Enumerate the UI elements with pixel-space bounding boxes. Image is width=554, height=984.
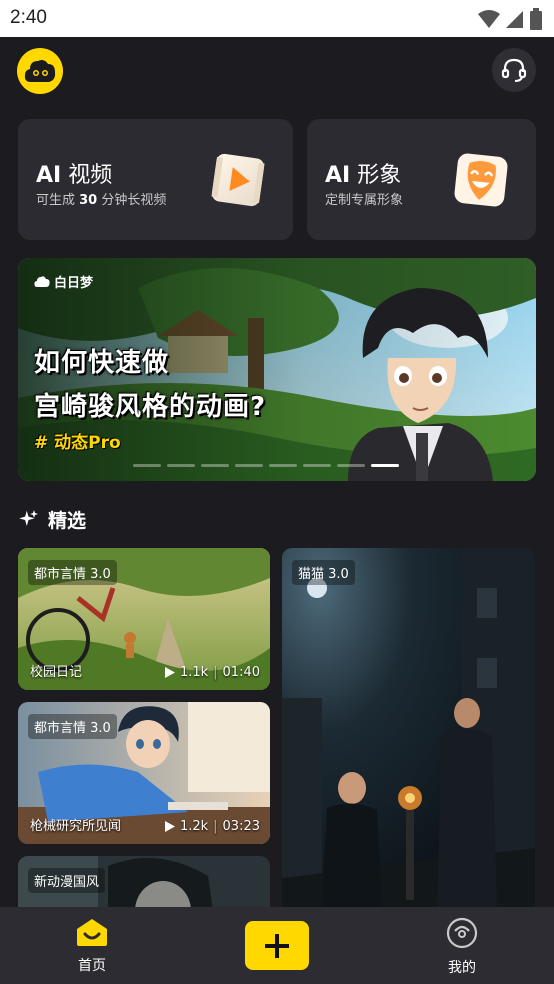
wifi-icon bbox=[478, 10, 500, 28]
nav-mine-label: 我的 bbox=[448, 960, 476, 976]
smile-mask-icon bbox=[454, 153, 508, 207]
battery-icon bbox=[530, 8, 542, 30]
card-style-tag: 都市言情 3.0 bbox=[28, 560, 117, 585]
ai-video-title: AI 视频 bbox=[36, 163, 113, 188]
pagination-dot[interactable] bbox=[303, 464, 331, 467]
brand-cloud-icon bbox=[34, 276, 50, 287]
app-header bbox=[0, 37, 554, 107]
card-duration: 01:40 bbox=[222, 665, 260, 680]
pagination-dot[interactable] bbox=[133, 464, 161, 467]
pagination-dot[interactable] bbox=[235, 464, 263, 467]
card-views: 1.2k bbox=[179, 819, 209, 834]
card-title: 枪械研究所见闻 bbox=[30, 819, 122, 834]
pagination-dot[interactable] bbox=[337, 464, 365, 467]
banner-headline-line2: 宫崎骏风格的动画? bbox=[34, 392, 267, 422]
card-style-tag: 都市言情 3.0 bbox=[28, 714, 117, 739]
banner-pagination bbox=[133, 464, 399, 467]
play-count-icon bbox=[164, 667, 175, 678]
card-meta: 1.2k | 03:23 bbox=[164, 819, 260, 834]
signal-icon bbox=[506, 11, 523, 28]
plus-icon bbox=[265, 933, 289, 958]
meta-separator: | bbox=[213, 665, 218, 680]
status-icons bbox=[478, 8, 542, 30]
ai-avatar-subtitle: 定制专属形象 bbox=[325, 193, 404, 208]
profile-icon bbox=[446, 917, 478, 949]
bottom-nav: 首页 我的 bbox=[0, 907, 554, 984]
banner-brand-text: 白日梦 bbox=[54, 276, 94, 291]
card-views: 1.1k bbox=[179, 665, 209, 680]
meta-separator: | bbox=[213, 819, 218, 834]
ai-video-subtitle: 可生成 30 分钟长视频 bbox=[36, 193, 167, 208]
video-card[interactable]: 都市言情 3.0 枪械研究所见闻 1.2k | 03:23 bbox=[18, 702, 270, 844]
pagination-dot[interactable] bbox=[371, 464, 399, 467]
sparkle-icon bbox=[19, 509, 38, 526]
promo-banner[interactable]: 白日梦 如何快速做 宫崎骏风格的动画? # 动态Pro bbox=[18, 258, 536, 481]
card-thumbnail bbox=[282, 548, 535, 948]
play-icon bbox=[211, 153, 265, 207]
home-icon bbox=[77, 919, 107, 946]
featured-section-header: 精选 bbox=[18, 506, 86, 533]
status-time: 2:40 bbox=[10, 7, 47, 28]
card-style-tag: 猫猫 3.0 bbox=[292, 560, 355, 585]
pagination-dot[interactable] bbox=[269, 464, 297, 467]
video-card[interactable]: 猫猫 3.0 bbox=[282, 548, 535, 948]
cloud-face-logo-icon bbox=[24, 60, 56, 82]
nav-mine[interactable]: 我的 bbox=[432, 917, 492, 977]
create-button[interactable] bbox=[245, 921, 309, 970]
pagination-dot[interactable] bbox=[201, 464, 229, 467]
card-duration: 03:23 bbox=[222, 819, 260, 834]
banner-tag: # 动态Pro bbox=[34, 433, 121, 453]
banner-headline-line1: 如何快速做 bbox=[34, 348, 170, 378]
nav-home[interactable]: 首页 bbox=[62, 917, 122, 975]
play-count-icon bbox=[164, 821, 175, 832]
pagination-dot[interactable] bbox=[167, 464, 195, 467]
card-title: 校园日记 bbox=[30, 665, 83, 680]
section-title: 精选 bbox=[48, 510, 87, 532]
card-meta: 1.1k | 01:40 bbox=[164, 665, 260, 680]
ai-avatar-card[interactable]: AI 形象 定制专属形象 bbox=[307, 119, 536, 240]
card-style-tag: 新动漫国风 bbox=[28, 868, 106, 893]
headset-icon bbox=[501, 58, 527, 82]
video-card[interactable]: 都市言情 3.0 校园日记 1.1k | 01:40 bbox=[18, 548, 270, 690]
app-logo[interactable] bbox=[17, 48, 63, 94]
banner-brand: 白日梦 bbox=[34, 272, 93, 291]
status-bar: 2:40 bbox=[0, 0, 554, 37]
support-button[interactable] bbox=[492, 48, 536, 92]
nav-home-label: 首页 bbox=[78, 958, 106, 974]
ai-avatar-title: AI 形象 bbox=[325, 163, 402, 188]
ai-video-card[interactable]: AI 视频 可生成 30 分钟长视频 bbox=[18, 119, 293, 240]
